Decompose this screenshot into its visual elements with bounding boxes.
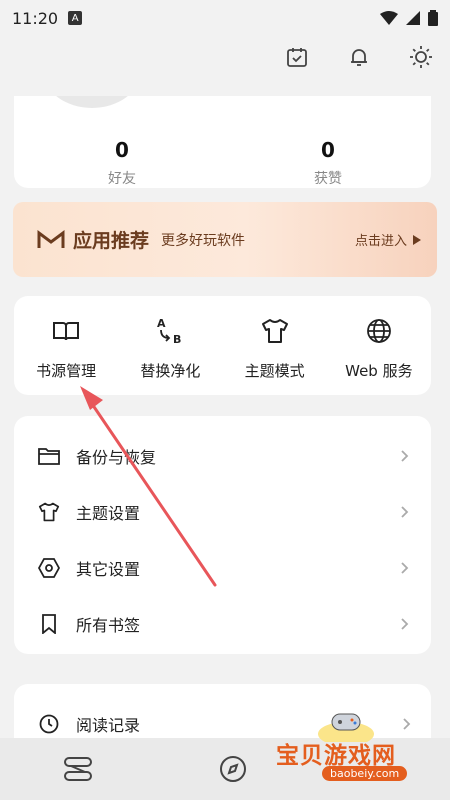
chevron-right-icon xyxy=(401,562,409,574)
nav-bookshelf[interactable] xyxy=(60,751,96,787)
friends-stat[interactable]: 0 好友 xyxy=(62,138,182,188)
svg-text:A: A xyxy=(157,317,166,330)
setting-row-other[interactable]: 其它设置 xyxy=(14,540,431,596)
triangle-right-icon xyxy=(413,234,421,245)
likes-label: 获赞 xyxy=(314,171,342,187)
setting-row-bookmarks[interactable]: 所有书签 xyxy=(14,596,431,652)
settings-card: 备份与恢复 主题设置 其它设置 所有书签 xyxy=(14,416,431,654)
clock-icon xyxy=(39,714,59,734)
signal-icon xyxy=(406,11,420,25)
book-icon xyxy=(53,322,80,341)
promo-enter-link[interactable]: 点击进入 xyxy=(355,230,421,249)
theme-toggle-button[interactable] xyxy=(408,44,434,70)
globe-icon xyxy=(366,319,391,343)
status-time: 11:20 xyxy=(12,8,59,28)
compass-icon xyxy=(219,756,246,782)
promo-title: 应用推荐 xyxy=(73,230,150,252)
setting-row-theme[interactable]: 主题设置 xyxy=(14,484,431,540)
quick-action-book-source[interactable]: 书源管理 xyxy=(14,296,118,395)
promo-enter-label: 点击进入 xyxy=(354,234,407,249)
bottom-navigation xyxy=(0,738,450,800)
setting-label: 所有书签 xyxy=(76,616,141,635)
stack-icon xyxy=(63,757,92,781)
notification-badge-icon: A xyxy=(68,11,83,25)
svg-text:B: B xyxy=(173,333,181,346)
status-indicators xyxy=(380,10,438,26)
quick-action-label: 替换净化 xyxy=(140,362,201,380)
app-recommend-banner[interactable]: 应用推荐 更多好玩软件 点击进入 xyxy=(13,202,437,277)
promo-subtitle: 更多好玩软件 xyxy=(161,232,246,249)
setting-label: 其它设置 xyxy=(76,560,141,579)
setting-label: 阅读记录 xyxy=(76,716,141,735)
sun-icon xyxy=(410,46,432,68)
hexagon-settings-icon xyxy=(38,558,60,578)
quick-action-theme-mode[interactable]: 主题模式 xyxy=(223,296,327,395)
profile-card: 0 好友 0 获赞 xyxy=(14,96,431,188)
bookmark-icon xyxy=(42,614,56,634)
status-bar: 11:20 A xyxy=(0,0,450,36)
friends-count: 0 xyxy=(115,138,129,162)
replace-icon: AB xyxy=(157,317,181,346)
quick-action-label: Web 服务 xyxy=(345,362,413,380)
avatar[interactable] xyxy=(44,96,140,108)
likes-count: 0 xyxy=(321,138,335,162)
chevron-right-icon xyxy=(401,506,409,518)
top-actions xyxy=(284,44,434,70)
setting-label: 备份与恢复 xyxy=(76,448,157,467)
chevron-right-icon xyxy=(401,450,409,462)
quick-action-web-service[interactable]: Web 服务 xyxy=(327,296,431,395)
calendar-check-icon xyxy=(287,48,307,67)
quick-action-label: 主题模式 xyxy=(244,362,305,380)
quick-action-replace[interactable]: AB 替换净化 xyxy=(118,296,222,395)
chevron-right-icon xyxy=(403,717,411,730)
friends-label: 好友 xyxy=(108,171,136,187)
bell-icon xyxy=(351,49,367,66)
calendar-check-button[interactable] xyxy=(284,44,310,70)
quick-action-label: 书源管理 xyxy=(36,362,97,380)
likes-stat[interactable]: 0 获赞 xyxy=(268,138,388,188)
chevron-right-icon xyxy=(401,618,409,630)
tshirt-icon xyxy=(38,502,60,522)
mail-logo-icon xyxy=(37,229,65,248)
folder-icon xyxy=(38,448,60,465)
setting-label: 主题设置 xyxy=(76,504,141,523)
tshirt-icon xyxy=(261,319,288,343)
battery-icon xyxy=(428,10,438,26)
setting-row-backup[interactable]: 备份与恢复 xyxy=(14,428,431,484)
quick-actions-card: 书源管理 AB 替换净化 主题模式 Web 服务 xyxy=(14,296,431,395)
nav-explore[interactable] xyxy=(215,751,251,787)
notifications-button[interactable] xyxy=(346,44,372,70)
wifi-icon xyxy=(380,11,398,25)
